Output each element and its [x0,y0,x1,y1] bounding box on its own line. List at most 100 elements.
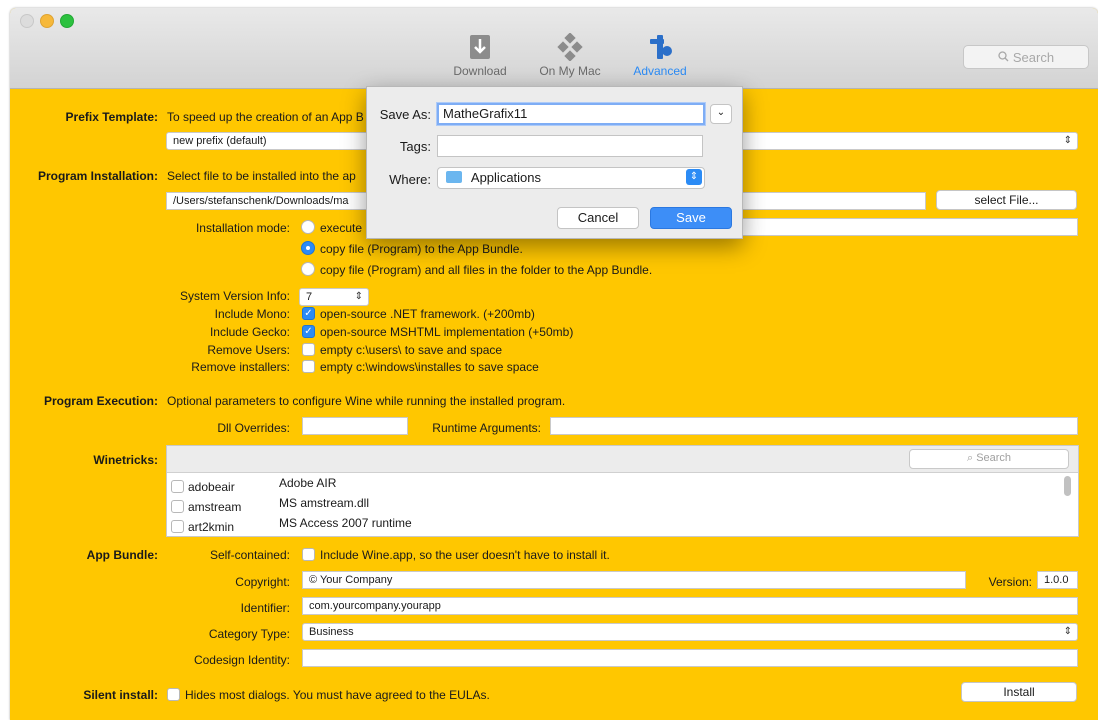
toolbar-on-my-mac-label: On My Mac [539,64,601,78]
winetricks-row-checkbox[interactable] [171,500,184,513]
mode-copy-folder-label: copy file (Program) and all files in the… [320,263,653,277]
save-dialog: Save As: MatheGrafix11 ⌄ Tags: Where: Ap… [366,86,743,239]
winetricks-row-checkbox[interactable] [171,520,184,533]
remove-installers-text: empty c:\windows\installes to save space [320,360,539,374]
runtime-arguments-input[interactable] [550,417,1078,435]
chevron-updown-icon: ⇕ [1063,626,1072,637]
include-mono-label: Include Mono: [214,307,290,321]
silent-install-checkbox[interactable] [167,688,180,701]
tags-label: Tags: [399,139,431,154]
save-as-input[interactable]: MatheGrafix11 [437,103,705,125]
tools-icon [615,32,705,62]
codesign-identity-input[interactable] [302,649,1078,667]
system-version-label: System Version Info: [179,289,290,303]
where-label: Where: [389,172,431,187]
close-window-button[interactable] [20,14,34,28]
select-file-button[interactable]: select File... [936,190,1077,210]
save-as-label: Save As: [379,107,431,122]
toolbar-download-label: Download [453,64,507,78]
where-value: Applications [470,170,542,185]
search-icon: ⌕ [966,452,974,464]
self-contained-checkbox[interactable] [302,548,315,561]
include-mono-checkbox[interactable]: ✓ [302,307,315,320]
version-input[interactable]: 1.0.0 [1037,571,1078,589]
winetricks-row-name: art2kmin [188,520,235,534]
dll-overrides-label: Dll Overrides: [217,421,290,435]
remove-installers-checkbox[interactable] [302,360,315,373]
prefix-template-description: To speed up the creation of an App B [167,110,364,124]
toolbar-search-placeholder: Search [1012,49,1055,65]
toolbar-advanced[interactable]: Advanced [615,32,705,78]
include-gecko-text: open-source MSHTML implementation (+50mb… [320,325,574,339]
mode-copy-file-label: copy file (Program) to the App Bundle. [320,242,523,256]
chevron-down-icon: ⌄ [716,107,726,118]
window-toolbar: Download On My Mac Advanced Search [10,8,1098,89]
winetricks-row-checkbox[interactable] [171,480,184,493]
program-execution-label: Program Execution: [43,394,158,408]
remove-users-label: Remove Users: [207,343,290,357]
silent-install-label: Silent install: [83,688,158,702]
toolbar-advanced-label: Advanced [633,64,687,78]
copyright-label: Copyright: [235,575,290,589]
codesign-identity-label: Codesign Identity: [193,653,290,667]
remove-users-checkbox[interactable] [302,343,315,356]
remove-users-text: empty c:\users\ to save and space [320,343,503,357]
toolbar-search-input[interactable]: Search [963,45,1089,69]
dll-overrides-input[interactable] [302,417,408,435]
minimize-window-button[interactable] [40,14,54,28]
download-icon [435,32,525,62]
category-type-value: Business [309,626,354,638]
prefix-template-label: Prefix Template: [65,110,158,124]
where-select[interactable]: Applications ⇕ [437,167,705,189]
mode-copy-folder-radio[interactable] [301,262,315,276]
winetricks-row-desc: MS amstream.dll [279,496,370,510]
winetricks-row[interactable]: art2kmin MS Access 2007 runtime [167,516,1078,536]
winetricks-row[interactable]: amstream MS amstream.dll [167,496,1078,516]
winetricks-row-name: amstream [188,500,242,514]
save-button[interactable]: Save [650,207,732,229]
folder-icon [446,171,462,183]
chevron-updown-icon: ⇕ [1063,135,1072,146]
chevron-updown-icon: ⇕ [686,169,702,185]
toolbar-on-my-mac[interactable]: On My Mac [525,32,615,78]
self-contained-text: Include Wine.app, so the user doesn't ha… [320,548,610,562]
system-version-select[interactable]: 7 ⇕ [299,288,369,306]
remove-installers-label: Remove installers: [191,360,290,374]
category-type-select[interactable]: Business ⇕ [302,623,1078,641]
mode-execute-radio[interactable] [301,220,315,234]
zoom-window-button[interactable] [60,14,74,28]
cancel-button[interactable]: Cancel [557,207,639,229]
self-contained-label: Self-contained: [209,548,290,562]
winetricks-list: ⌕ Search adobeair Adobe AIR amstream MS … [166,445,1079,537]
system-version-value: 7 [306,291,313,303]
winetricks-scrollbar[interactable] [1064,476,1071,496]
winetricks-row-desc: MS Access 2007 runtime [279,516,412,530]
mode-execute-label: execute [320,221,363,235]
winetricks-search-placeholder: Search [976,452,1012,464]
winetricks-search-input[interactable]: ⌕ Search [909,449,1069,469]
identifier-input[interactable]: com.yourcompany.yourapp [302,597,1078,615]
toolbar-download[interactable]: Download [435,32,525,78]
identifier-label: Identifier: [240,601,290,615]
silent-install-text: Hides most dialogs. You must have agreed… [185,688,490,702]
chevron-updown-icon: ⇕ [354,291,363,302]
installation-mode-label: Installation mode: [195,221,290,235]
program-execution-description: Optional parameters to configure Wine wh… [167,394,566,408]
tags-input[interactable] [437,135,703,157]
copyright-input[interactable]: © Your Company [302,571,966,589]
winetricks-label: Winetricks: [93,453,158,467]
include-gecko-checkbox[interactable]: ✓ [302,325,315,338]
program-installation-label: Program Installation: [37,169,158,183]
include-mono-text: open-source .NET framework. (+200mb) [320,307,535,321]
mode-copy-file-radio[interactable] [301,241,315,255]
runtime-arguments-label: Runtime Arguments: [432,421,541,435]
execute-arguments-input[interactable] [740,218,1078,236]
include-gecko-label: Include Gecko: [209,325,290,339]
winetricks-row[interactable]: adobeair Adobe AIR [167,476,1078,496]
category-type-label: Category Type: [208,627,290,641]
winetricks-header: ⌕ Search [167,446,1078,473]
expand-dialog-button[interactable]: ⌄ [710,104,732,124]
winetricks-row-desc: Adobe AIR [279,476,337,490]
program-installation-description: Select file to be installed into the ap [167,169,356,183]
install-button[interactable]: Install [961,682,1077,702]
